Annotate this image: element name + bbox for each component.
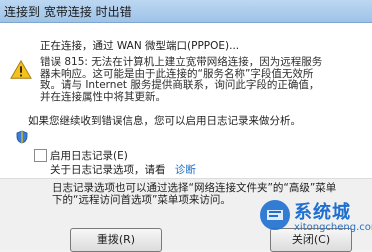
log-hint: 如果您继续收到错误信息，您可以启用日志记录来做分析。	[28, 115, 301, 127]
window-title: 连接到 宽带连接 时出错	[4, 5, 132, 19]
shield-icon	[16, 130, 28, 144]
watermark-brand: 系统城	[294, 202, 351, 223]
desc-line: 日志记录选项也可以通过选择“网络连接文件夹”的“高级”菜单	[52, 182, 337, 194]
title-bar[interactable]: 连接到 宽带连接 时出错	[0, 0, 372, 23]
watermark-domain: xitongcheng.com	[294, 222, 372, 233]
diagnose-link[interactable]: 诊断	[175, 164, 196, 176]
enable-log-checkbox[interactable]	[34, 149, 47, 162]
watermark-logo-icon	[260, 200, 290, 230]
warning-icon	[10, 59, 32, 79]
error-message: 错误 815: 无法在计算机上建立宽带网络连接，因为远程服务 器未响应。这可能是…	[40, 56, 364, 103]
error-line: 错误 815: 无法在计算机上建立宽带网络连接，因为远程服务	[40, 56, 323, 68]
about-log: 关于日志记录选项，请看 诊断	[50, 162, 196, 177]
connecting-status: 正在连接，通过 WAN 微型端口(PPPOE)...	[40, 40, 240, 52]
error-line: 致。请与 Internet 服务提供商联系，询问此字段的正确值，	[40, 79, 320, 91]
error-line: 并在连接属性中将其更新。	[40, 90, 166, 103]
enable-log-label[interactable]: 启用日志记录(E)	[50, 148, 128, 163]
about-log-text: 关于日志记录选项，请看	[50, 164, 166, 176]
error-dialog: 连接到 宽带连接 时出错 正在连接，通过 WAN 微型端口(PPPOE)... …	[0, 0, 372, 252]
watermark: 系统城 xitongcheng.com	[258, 196, 372, 246]
redial-button[interactable]: 重拨(R)	[70, 228, 162, 252]
